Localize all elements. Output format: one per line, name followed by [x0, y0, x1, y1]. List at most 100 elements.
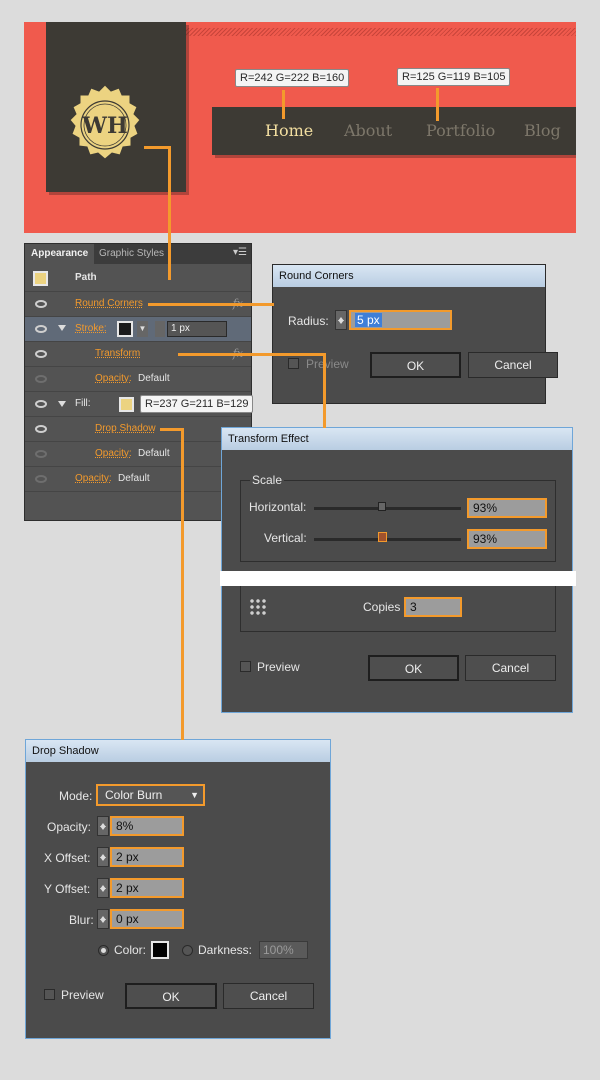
darkness-input[interactable]: 100%	[259, 941, 308, 959]
disclosure-triangle-icon[interactable]	[58, 325, 66, 335]
visibility-eye-icon[interactable]	[35, 400, 47, 408]
round-corners-dialog: Round Corners Radius: 5 px Preview OK Ca…	[272, 264, 558, 404]
visibility-eye-icon[interactable]	[35, 325, 47, 333]
x-offset-label: X Offset:	[44, 851, 91, 865]
connector-line	[148, 303, 274, 306]
visibility-eye-icon[interactable]	[35, 350, 47, 358]
mode-select[interactable]: Color Burn ▼	[96, 784, 205, 806]
vertical-slider[interactable]	[314, 538, 461, 541]
radius-input[interactable]: 5 px	[349, 310, 452, 330]
opacity-value: Default	[118, 473, 150, 484]
visibility-eye-icon[interactable]	[35, 300, 47, 308]
nav-portfolio[interactable]: Portfolio	[426, 121, 495, 140]
fill-swatch[interactable]	[119, 397, 134, 412]
logo-box: WH	[46, 22, 186, 192]
cancel-button[interactable]: Cancel	[465, 655, 556, 681]
dialog-title: Round Corners	[273, 265, 545, 287]
vertical-input[interactable]: 93%	[467, 529, 547, 549]
logo-badge-icon: WH	[69, 84, 141, 160]
drop-shadow-link[interactable]: Drop Shadow	[95, 423, 156, 434]
connector-line	[178, 353, 325, 356]
horizontal-slider[interactable]	[314, 507, 461, 510]
tab-graphic-styles[interactable]: Graphic Styles	[93, 244, 170, 264]
fill-color-callout: R=237 G=211 B=129	[140, 395, 254, 413]
transform-effect-dialog: Transform Effect Scale Horizontal: 93% V…	[220, 427, 576, 713]
disclosure-triangle-icon[interactable]	[58, 401, 66, 411]
transform-link[interactable]: Transform	[95, 348, 140, 359]
opacity-link[interactable]: Opacity:	[75, 473, 112, 484]
opacity-input[interactable]: 8%	[110, 816, 184, 836]
vertical-slider-thumb[interactable]	[378, 532, 387, 542]
x-offset-stepper[interactable]	[97, 847, 109, 867]
stroke-weight-stepper[interactable]	[155, 321, 165, 337]
preview-label: Preview	[306, 357, 349, 371]
stroke-weight-field[interactable]: 1 px	[167, 321, 227, 337]
color-callout-home: R=242 G=222 B=160	[235, 69, 350, 87]
copies-label: Copies	[363, 600, 401, 614]
ok-button[interactable]: OK	[125, 983, 217, 1009]
opacity-link[interactable]: Opacity:	[95, 448, 132, 459]
path-opacity-row[interactable]: Opacity: Default	[25, 467, 251, 492]
blur-stepper[interactable]	[97, 909, 109, 929]
path-row[interactable]: Path	[25, 266, 251, 292]
ok-button[interactable]: OK	[370, 352, 461, 378]
connector-line	[282, 90, 285, 119]
preview-checkbox[interactable]	[44, 989, 55, 1000]
x-offset-input[interactable]: 2 px	[110, 847, 184, 867]
opacity-stepper[interactable]	[97, 816, 109, 836]
visibility-eye-icon[interactable]	[35, 450, 47, 458]
chevron-down-icon[interactable]: ▼	[137, 321, 148, 337]
darkness-radio[interactable]	[182, 945, 193, 956]
fill-label[interactable]: Fill:	[75, 398, 91, 409]
preview-checkbox[interactable]	[288, 358, 299, 369]
visibility-eye-icon[interactable]	[35, 425, 47, 433]
nav-about[interactable]: About	[344, 121, 392, 140]
fill-opacity-row[interactable]: Opacity: Default	[25, 442, 251, 467]
dialog-cut-gap	[220, 571, 576, 586]
nav-home[interactable]: Home	[265, 121, 313, 140]
cancel-button[interactable]: Cancel	[223, 983, 314, 1009]
drop-shadow-row[interactable]: Drop Shadow	[25, 417, 251, 442]
appearance-panel: Appearance Graphic Styles ▾☰ Path Round …	[24, 243, 252, 521]
darkness-label: Darkness:	[198, 943, 253, 957]
horizontal-input[interactable]: 93%	[467, 498, 547, 518]
connector-line	[436, 88, 439, 121]
visibility-eye-icon[interactable]	[35, 475, 47, 483]
stroke-row[interactable]: Stroke: ▼ 1 px	[25, 317, 251, 342]
stroke-swatch[interactable]	[117, 321, 133, 337]
color-label: Color:	[114, 943, 147, 957]
reference-point-icon[interactable]	[249, 598, 268, 616]
opacity-value: Default	[138, 448, 170, 459]
nav-blog[interactable]: Blog	[524, 121, 561, 140]
opacity-link[interactable]: Opacity:	[95, 373, 132, 384]
color-radio[interactable]	[98, 945, 109, 956]
preview-label: Preview	[257, 660, 300, 674]
y-offset-stepper[interactable]	[97, 878, 109, 898]
dialog-title: Drop Shadow	[26, 740, 330, 762]
drop-shadow-dialog: Drop Shadow Mode: Color Burn ▼ Opacity: 8…	[25, 739, 331, 1039]
tab-appearance[interactable]: Appearance	[25, 244, 95, 264]
shadow-color-swatch[interactable]	[151, 941, 169, 959]
y-offset-label: Y Offset:	[44, 882, 91, 896]
nav-bar: Home About Portfolio Blog	[212, 107, 576, 155]
dialog-title: Transform Effect	[222, 428, 572, 450]
stroke-label[interactable]: Stroke:	[75, 323, 107, 334]
opacity-value: Default	[138, 373, 170, 384]
y-offset-input[interactable]: 2 px	[110, 878, 184, 898]
opacity-label: Opacity:	[47, 820, 92, 834]
path-thumbnail	[33, 271, 48, 286]
visibility-eye-icon[interactable]	[35, 375, 47, 383]
stroke-opacity-row[interactable]: Opacity: Default	[25, 367, 251, 392]
horizontal-slider-thumb[interactable]	[378, 502, 386, 511]
blur-label: Blur:	[69, 913, 94, 927]
connector-line	[181, 428, 184, 740]
panel-menu-icon[interactable]: ▾☰	[233, 247, 247, 258]
preview-label: Preview	[61, 988, 104, 1002]
copies-input[interactable]: 3	[404, 597, 462, 617]
preview-checkbox[interactable]	[240, 661, 251, 672]
round-corners-link[interactable]: Round Corners	[75, 298, 143, 309]
cancel-button[interactable]: Cancel	[468, 352, 558, 378]
blur-input[interactable]: 0 px	[110, 909, 184, 929]
ok-button[interactable]: OK	[368, 655, 459, 681]
radius-stepper[interactable]	[335, 310, 347, 330]
